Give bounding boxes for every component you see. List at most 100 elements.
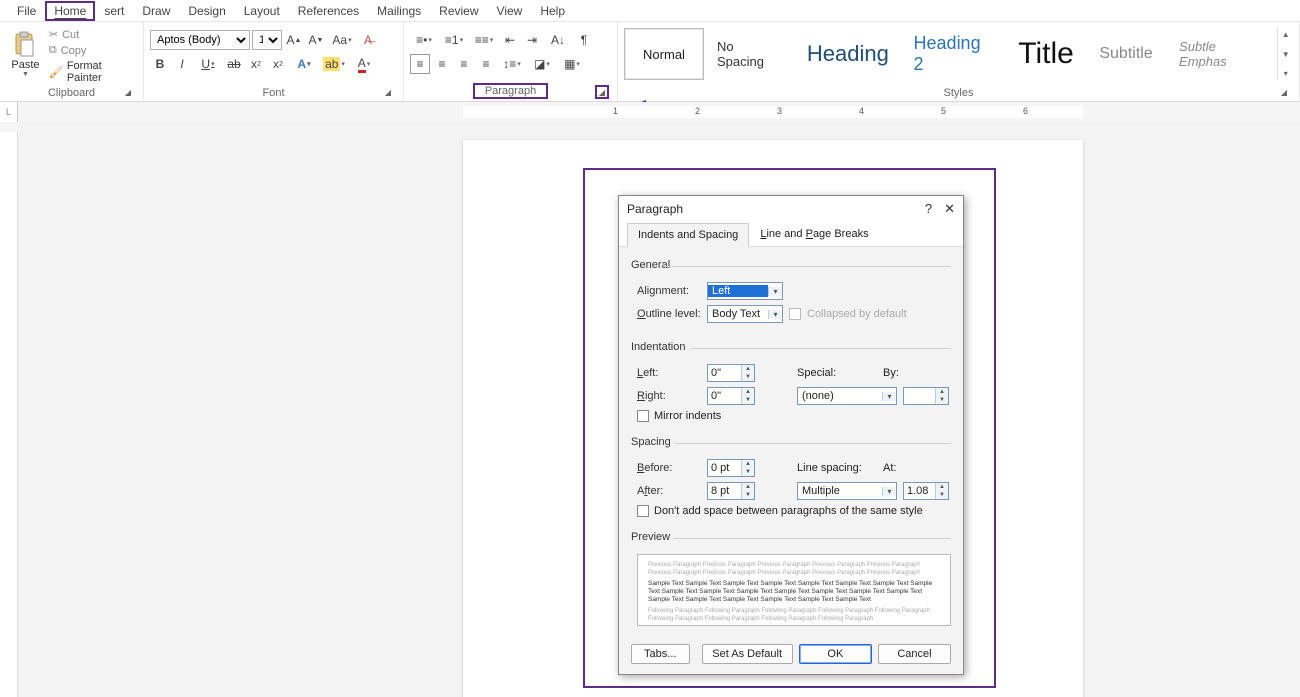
copy-icon: ⧉	[49, 44, 57, 57]
highlight-button[interactable]: ab▾	[320, 54, 348, 74]
dialog-title: Paragraph	[627, 202, 683, 216]
subscript-button[interactable]: x2	[246, 54, 266, 74]
by-spinner[interactable]: ▲▼	[903, 387, 949, 405]
menu-help[interactable]: Help	[531, 1, 574, 21]
font-size-select[interactable]: 11	[252, 30, 282, 50]
format-painter-button[interactable]: 🖌Format Painter	[49, 60, 137, 84]
style-normal[interactable]: Normal	[624, 28, 704, 80]
right-indent-label: Right:	[637, 390, 701, 402]
style-heading2[interactable]: Heading 2	[901, 28, 1007, 80]
line-spacing-combo[interactable]: Multiple▾	[797, 482, 897, 500]
align-left-button[interactable]: ≡	[410, 54, 430, 74]
paste-label: Paste	[11, 59, 39, 71]
ruler-4: 4	[859, 106, 864, 116]
menu-draw[interactable]: Draw	[133, 1, 179, 21]
tab-indents-spacing[interactable]: Indents and Spacing	[627, 223, 749, 247]
shrink-font-button[interactable]: A▼	[306, 30, 326, 50]
ok-button[interactable]: OK	[799, 644, 872, 664]
menu-design[interactable]: Design	[179, 1, 234, 21]
style-subtitle[interactable]: Subtitle	[1086, 28, 1166, 80]
after-spinner[interactable]: 8 pt▲▼	[707, 482, 755, 500]
dialog-titlebar: Paragraph ? ✕	[619, 196, 963, 222]
at-label: At:	[883, 462, 911, 474]
close-button[interactable]: ✕	[944, 201, 955, 217]
set-default-button[interactable]: Set As Default	[702, 644, 793, 664]
section-indentation: Indentation	[631, 341, 951, 353]
font-color-button[interactable]: A▾	[350, 54, 378, 74]
strike-button[interactable]: ab	[224, 54, 244, 74]
horizontal-ruler[interactable]: L 1 2 3 4 5 6	[0, 102, 1300, 122]
cut-button[interactable]: ✂Cut	[49, 28, 137, 41]
menu-mailings[interactable]: Mailings	[368, 1, 430, 21]
group-paragraph: ≡•▾ ≡1▾ ≡≡▾ ⇤ ⇥ A↓ ¶ ≡ ≡ ≡ ≡ ↕≡▾ ◪▾ ▦▾ P…	[404, 22, 618, 101]
section-preview: Preview	[631, 531, 951, 543]
paragraph-title: Paragraph	[473, 83, 548, 99]
increase-indent-button[interactable]: ⇥	[522, 30, 542, 50]
shading-button[interactable]: ◪▾	[528, 54, 556, 74]
clear-format-button[interactable]: A̶	[358, 30, 378, 50]
menu-review[interactable]: Review	[430, 1, 487, 21]
outline-label: Outline level:	[637, 308, 701, 320]
justify-button[interactable]: ≡	[476, 54, 496, 74]
menu-layout[interactable]: Layout	[235, 1, 289, 21]
italic-button[interactable]: I	[172, 54, 192, 74]
mirror-checkbox[interactable]	[637, 410, 649, 422]
style-no-spacing[interactable]: No Spacing	[704, 28, 795, 80]
before-spinner[interactable]: 0 pt▲▼	[707, 459, 755, 477]
copy-button[interactable]: ⧉Copy	[49, 44, 137, 57]
clipboard-launcher[interactable]: ◢	[121, 85, 135, 99]
sort-button[interactable]: A↓	[544, 30, 572, 50]
special-combo[interactable]: (none)▾	[797, 387, 897, 405]
scissors-icon: ✂	[49, 28, 58, 41]
tabs-button[interactable]: Tabs...	[631, 644, 690, 664]
underline-button[interactable]: U▾	[194, 54, 222, 74]
paragraph-launcher[interactable]: ◢	[595, 85, 609, 99]
menu-references[interactable]: References	[289, 1, 368, 21]
chevron-down-icon: ▼	[22, 71, 29, 78]
at-spinner[interactable]: 1.08▲▼	[903, 482, 949, 500]
vertical-ruler[interactable]	[0, 132, 18, 697]
style-emphasis[interactable]: Subtle Emphas	[1166, 28, 1277, 80]
show-marks-button[interactable]: ¶	[574, 30, 594, 50]
borders-button[interactable]: ▦▾	[558, 54, 586, 74]
section-general: General	[631, 259, 951, 271]
left-indent-label: Left:	[637, 367, 701, 379]
align-center-button[interactable]: ≡	[432, 54, 452, 74]
grow-font-button[interactable]: A▲	[284, 30, 304, 50]
paste-button[interactable]: Paste ▼	[6, 30, 45, 78]
style-heading1[interactable]: Heading	[795, 28, 900, 80]
superscript-button[interactable]: x2	[268, 54, 288, 74]
text-effects-button[interactable]: A▾	[290, 54, 318, 74]
right-indent-spinner[interactable]: 0"▲▼	[707, 387, 755, 405]
menu-insert[interactable]: sert	[95, 1, 133, 21]
align-right-button[interactable]: ≡	[454, 54, 474, 74]
no-space-checkbox[interactable]	[637, 505, 649, 517]
font-name-select[interactable]: Aptos (Body)	[150, 30, 250, 50]
special-label: Special:	[797, 367, 877, 379]
bold-button[interactable]: B	[150, 54, 170, 74]
cancel-button[interactable]: Cancel	[878, 644, 951, 664]
style-title[interactable]: Title	[1006, 28, 1086, 80]
change-case-button[interactable]: Aa▾	[328, 30, 356, 50]
line-spacing-button[interactable]: ↕≡▾	[498, 54, 526, 74]
menu-view[interactable]: View	[488, 1, 532, 21]
styles-launcher[interactable]: ◢	[1277, 85, 1291, 99]
font-launcher[interactable]: ◢	[381, 85, 395, 99]
alignment-combo[interactable]: Left▾	[707, 282, 783, 300]
tab-line-breaks[interactable]: Line and Page Breaks	[749, 222, 879, 246]
dialog-tabs: Indents and Spacing Line and Page Breaks	[619, 222, 963, 247]
bullets-button[interactable]: ≡•▾	[410, 30, 438, 50]
menu-file[interactable]: File	[8, 1, 45, 21]
collapsed-checkbox	[789, 308, 801, 320]
group-styles: Normal No Spacing Heading Heading 2 Titl…	[618, 22, 1300, 101]
decrease-indent-button[interactable]: ⇤	[500, 30, 520, 50]
multilevel-button[interactable]: ≡≡▾	[470, 30, 498, 50]
styles-scroll[interactable]: ▲▼▾	[1277, 28, 1293, 80]
left-indent-spinner[interactable]: 0"▲▼	[707, 364, 755, 382]
outline-combo[interactable]: Body Text▾	[707, 305, 783, 323]
help-button[interactable]: ?	[925, 201, 932, 217]
numbering-button[interactable]: ≡1▾	[440, 30, 468, 50]
styles-gallery[interactable]: Normal No Spacing Heading Heading 2 Titl…	[624, 26, 1293, 82]
menu-home[interactable]: Home	[45, 1, 95, 21]
paste-icon	[12, 30, 38, 58]
